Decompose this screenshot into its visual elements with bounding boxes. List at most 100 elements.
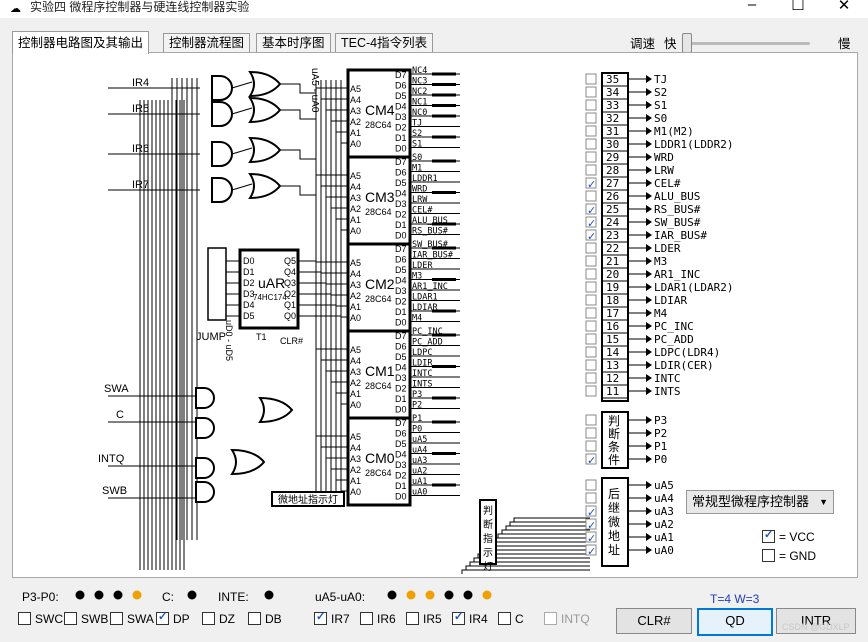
ir-switch-ir6[interactable]: IR6 [360,612,396,626]
switch-dz[interactable]: DZ [202,612,235,626]
uar-pin-label: D1 [243,267,255,277]
chip-pin-label: D2 [395,471,407,481]
chip-pin-label: A0 [350,400,361,410]
judge-lamp-char: 指 [483,532,493,545]
output-number: 16 [606,320,619,333]
chip-pin-label: A4 [350,443,361,453]
controller-select-value: 常规型微程序控制器 [692,494,810,509]
chip-pin-label: D0 [395,405,407,415]
checkbox-box[interactable] [202,612,215,625]
judge-lamp-char: 灯 [483,561,493,573]
signal-label: S1 [412,140,422,150]
chip-pin-label: D3 [395,286,407,296]
and-gate [211,75,233,101]
output-label: M4 [654,307,668,320]
chip-pin-label: A2 [350,204,361,214]
ir-switch-intq: INTQ [544,612,590,626]
chip-pin-label: D4 [395,363,407,373]
tab-circuit[interactable]: 控制器电路图及其输出 [12,31,150,54]
chip-pin-label: A2 [350,465,361,475]
output-label: M3 [654,255,667,268]
signal-label: LDIR [412,359,433,369]
chip-pin-label: A4 [350,356,361,366]
chip-pin-label: A1 [350,302,361,312]
output-label: M1(M2) [654,125,694,138]
checkbox-box[interactable] [18,612,31,625]
chip-name: CM2 [365,276,395,292]
next-addr-title-char: 地 [608,529,620,543]
chip-pin-label: D2 [395,210,407,220]
chip-pin-label: A1 [350,128,361,138]
qd-button[interactable]: QD [697,608,773,636]
arrow-icon [646,257,652,265]
signal-label: uA0 [412,488,427,498]
arrow-icon [646,361,652,369]
arrow-icon [646,244,652,252]
switch-db[interactable]: DB [248,612,282,626]
checkbox-box[interactable] [452,610,465,625]
watermark: CSDN @GDXLP [782,622,850,632]
left-input-label: SWA [104,383,129,395]
checkbox-box[interactable] [110,612,123,625]
judge-label: P1 [654,440,667,453]
output-number: 29 [606,151,619,164]
chip-pin-label: D4 [395,276,407,286]
switch-dp[interactable]: DP [156,610,190,626]
chip-pin-label: A3 [350,280,361,290]
output-number: 22 [606,242,619,255]
checkbox-box[interactable] [360,612,373,625]
arrow-icon [646,520,652,528]
signal-label: RS_BUS# [412,227,449,237]
ir-switch-ir7[interactable]: IR7 [314,610,350,626]
signal-label: uA1 [412,477,427,487]
checkbox-box[interactable] [248,612,261,625]
signal-label: M4 [412,314,422,324]
chip-pin-label: A0 [350,313,361,323]
chip-pin-label: D0 [395,231,407,241]
legend-vcc-label: = VCC [779,530,815,544]
output-number: 34 [606,86,620,99]
ir-switch-ir4[interactable]: IR4 [452,610,488,626]
judge-title-char: 条 [608,440,620,454]
controller-select[interactable]: 常规型微程序控制器 ▼ [686,490,834,514]
chip-pin-label: A5 [350,432,361,442]
checkbox-label: IR6 [377,612,396,626]
clr-button[interactable]: CLR# [616,608,692,634]
chip-pin-label: D6 [395,81,407,91]
output-checkbox [585,268,597,280]
chip-pin-label: D0 [395,318,407,328]
chip-pin-label: A2 [350,378,361,388]
chip-pin-label: A0 [350,139,361,149]
checkbox-box[interactable] [406,612,419,625]
output-checkbox [585,99,597,111]
legend-checked-box [762,528,775,543]
ir-switch-ir5[interactable]: IR5 [406,612,442,626]
judge-title-char: 判 [608,414,620,428]
legend-gnd-label: = GND [779,549,817,563]
chip-pin-label: A1 [350,476,361,486]
signal-label: NC1 [412,98,427,108]
switch-swc[interactable]: SWC [18,612,63,626]
arrow-icon [646,455,652,463]
checkbox-box[interactable] [156,610,169,625]
signal-pad [432,420,456,424]
output-number: 14 [606,346,620,359]
signal-label: LDPC [412,348,432,358]
switch-swa[interactable]: SWA [110,612,154,626]
chip-pin-label: A5 [350,345,361,355]
chip-pin-label: D7 [395,244,407,254]
uar-pin-label: Q2 [284,289,296,299]
chip-pin-label: A5 [350,171,361,181]
checkbox-box[interactable] [498,612,511,625]
signal-label: uA5 [412,435,427,445]
uar-pin-label: D4 [243,300,255,310]
switch-swb[interactable]: SWB [64,612,108,626]
return-wire [485,545,590,550]
return-wire [489,541,590,546]
ir-switch-c[interactable]: C [498,612,524,626]
checkbox-box[interactable] [314,610,327,625]
arrow-icon [646,114,652,122]
uar-pin-label: D5 [243,311,255,321]
checkbox-box[interactable] [64,612,77,625]
output-label: S1 [654,99,667,112]
